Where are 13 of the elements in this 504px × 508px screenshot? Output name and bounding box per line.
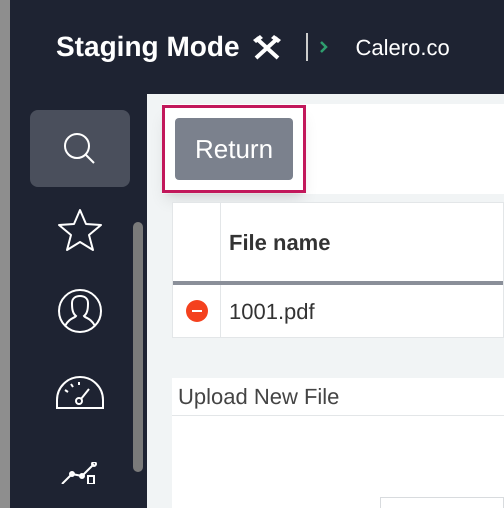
star-icon — [56, 208, 102, 252]
remove-icon[interactable] — [186, 300, 208, 322]
section-title: Upload New File — [178, 383, 340, 411]
hammer-pick-icon — [252, 34, 282, 60]
scrollbar[interactable] — [133, 222, 143, 472]
gauge-icon — [54, 374, 104, 410]
user-icon — [56, 288, 102, 334]
table-cell-text: 1001.pdf — [228, 298, 315, 326]
app-title: Staging Mode — [56, 30, 240, 64]
return-button[interactable]: Return — [175, 118, 294, 180]
breadcrumb-link[interactable]: Calero.co — [356, 30, 450, 64]
column-header: File name — [228, 228, 330, 256]
chevron-icon — [320, 41, 328, 53]
